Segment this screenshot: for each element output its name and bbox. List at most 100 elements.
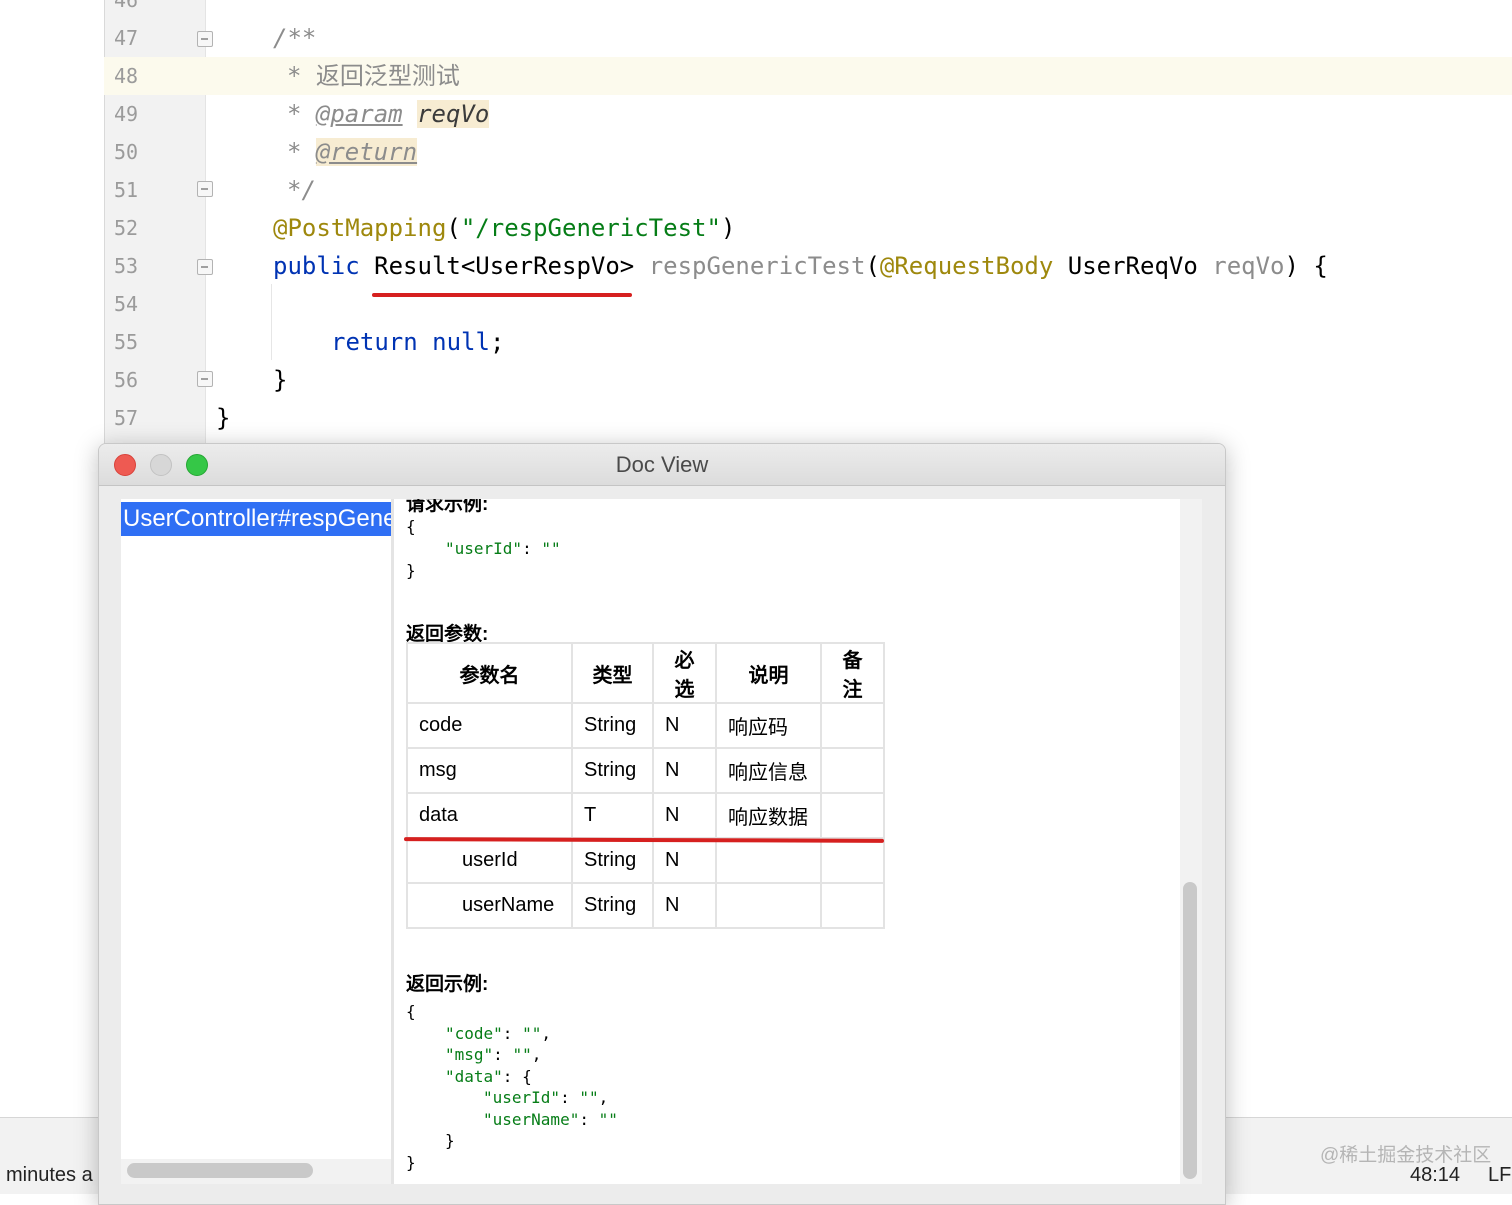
- table-cell: [820, 882, 885, 929]
- status-left-text: minutes a: [6, 1164, 93, 1186]
- json-key: "userName": [483, 1110, 580, 1129]
- table-cell: 响应信息: [715, 747, 822, 794]
- javadoc-param-name: reqVo: [417, 100, 490, 128]
- table-row: userName String N: [406, 882, 885, 929]
- table-cell: [715, 837, 822, 884]
- line-number: 55: [114, 330, 139, 354]
- fold-collapse-icon[interactable]: [197, 31, 213, 47]
- code-line-51[interactable]: */: [287, 171, 316, 209]
- javadoc-return-tag: @return: [315, 138, 418, 166]
- doc-scroll-thumb[interactable]: [1183, 882, 1197, 1179]
- code-line-56[interactable]: }: [273, 361, 287, 399]
- table-cell: data: [406, 792, 573, 839]
- code-line-48[interactable]: * 返回泛型测试: [287, 57, 460, 95]
- request-example-open: {: [406, 517, 416, 536]
- table-cell: msg: [406, 747, 573, 794]
- table-cell: userId: [406, 837, 573, 884]
- table-header: 参数名: [406, 642, 573, 704]
- table-cell: 响应码: [715, 702, 822, 749]
- return-type: Result<UserRespVo>: [374, 252, 635, 280]
- table-cell: [820, 837, 885, 884]
- line-number: 50: [114, 140, 139, 164]
- table-cell: [820, 792, 885, 839]
- code-line-55[interactable]: return null;: [331, 323, 504, 361]
- red-underline-mark: [372, 293, 632, 297]
- window-titlebar[interactable]: Doc View: [99, 444, 1225, 486]
- table-cell: String: [571, 837, 654, 884]
- table-cell: N: [652, 747, 717, 794]
- semicolon: ;: [489, 328, 505, 356]
- param-name: reqVo: [1212, 252, 1285, 280]
- method-list[interactable]: UserController#respGenericTest: [121, 499, 391, 1159]
- line-number: 49: [114, 102, 139, 126]
- line-number: 53: [114, 254, 139, 278]
- table-row: userId String N: [406, 837, 885, 884]
- editor-left-strip: [0, 0, 104, 1117]
- return-example-line: "code": "",: [445, 1024, 551, 1043]
- code-line-53[interactable]: public Result<UserRespVo> respGenericTes…: [273, 247, 1328, 285]
- table-cell: T: [571, 792, 654, 839]
- request-example-title: 请求示例:: [406, 499, 489, 515]
- request-example-line: "userId": "": [445, 538, 561, 560]
- return-example-close: }: [406, 1153, 416, 1172]
- annotation-postmapping: @PostMapping: [273, 214, 447, 242]
- method-open-brace: ) {: [1284, 252, 1328, 280]
- window-title: Doc View: [615, 452, 709, 477]
- table-cell: N: [652, 837, 717, 884]
- paren: (: [865, 252, 880, 280]
- table-cell: [715, 882, 822, 929]
- request-example-close: }: [406, 561, 416, 580]
- code-line-57[interactable]: }: [216, 399, 230, 437]
- watermark: @稀土掘金技术社区: [1320, 1145, 1492, 1166]
- code-line-47[interactable]: /**: [273, 19, 316, 57]
- method-name: respGenericTest: [648, 252, 866, 280]
- fold-end-icon[interactable]: [197, 181, 213, 197]
- fold-collapse-icon[interactable]: [197, 259, 213, 275]
- line-number: 52: [114, 216, 139, 240]
- table-cell: 响应数据: [715, 792, 822, 839]
- json-value: "": [522, 1024, 542, 1043]
- doc-comment-star: *: [287, 62, 316, 90]
- code-line-52[interactable]: @PostMapping("/respGenericTest"): [273, 209, 735, 247]
- code-line-50[interactable]: * @return: [287, 133, 418, 171]
- json-value: "": [512, 1045, 532, 1064]
- table-header-row: 参数名 类型 必选 说明 备注: [406, 642, 885, 704]
- table-header: 备注: [820, 642, 885, 704]
- table-header: 说明: [715, 642, 822, 704]
- paren: (: [446, 214, 461, 242]
- string-literal: "/respGenericTest": [460, 214, 721, 242]
- table-cell: N: [652, 792, 717, 839]
- paren: ): [720, 214, 736, 242]
- caret-position[interactable]: 48:14: [1410, 1164, 1460, 1187]
- json-colon: :: [522, 539, 542, 558]
- javadoc-param-tag: @param: [315, 100, 403, 128]
- doc-comment-star: *: [287, 100, 316, 128]
- indent-guide: [271, 284, 272, 360]
- table-header: 类型: [571, 642, 654, 704]
- list-scroll-thumb[interactable]: [127, 1163, 313, 1178]
- fold-end-icon[interactable]: [197, 371, 213, 387]
- table-cell: [820, 702, 885, 749]
- table-cell: N: [652, 702, 717, 749]
- return-example-line: "userId": "",: [483, 1088, 609, 1107]
- line-ending[interactable]: LF: [1488, 1164, 1511, 1187]
- table-cell: N: [652, 882, 717, 929]
- json-value: "": [598, 1110, 618, 1129]
- return-example-line: "userName": "": [483, 1110, 618, 1129]
- doc-comment-text: 返回泛型测试: [315, 62, 460, 90]
- return-example-line: "msg": "",: [445, 1045, 542, 1064]
- code-line-49[interactable]: * @param reqVo: [287, 95, 490, 133]
- json-key: "code": [445, 1024, 503, 1043]
- line-number: 56: [114, 368, 139, 392]
- json-brace: {: [522, 1067, 532, 1086]
- doc-content-pane[interactable]: 请求示例: { "userId": "" } 返回参数: 参数名 类型 必选 说…: [394, 499, 1180, 1184]
- line-number: 57: [114, 406, 139, 430]
- doc-view-window: Doc View UserController#respGenericTest …: [98, 443, 1226, 1205]
- line-number: 51: [114, 178, 139, 202]
- json-key: "data": [445, 1067, 503, 1086]
- return-params-table: 参数名 类型 必选 说明 备注 code String N 响应码 msg St…: [406, 642, 885, 929]
- table-cell: [820, 747, 885, 794]
- table-cell: code: [406, 702, 573, 749]
- doc-comment-star: *: [287, 138, 316, 166]
- list-item-selected[interactable]: UserController#respGenericTest: [121, 502, 391, 536]
